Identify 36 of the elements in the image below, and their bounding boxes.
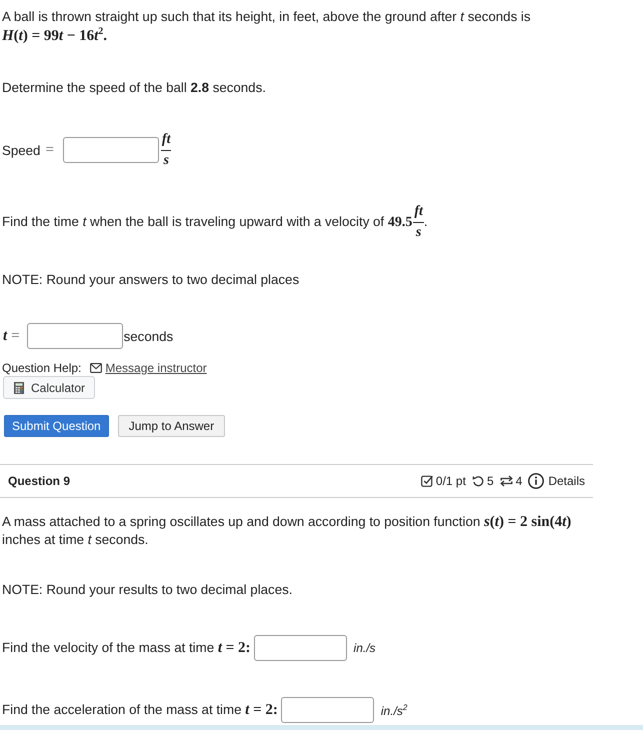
variable-label: t — [3, 328, 8, 344]
help-label: Question Help: — [2, 360, 82, 376]
equals-sign: = — [45, 142, 54, 158]
versions-count: 4 — [516, 474, 522, 488]
answer-field[interactable] — [62, 137, 159, 163]
note-text: NOTE: Round your results to two decimal places. — [1, 581, 294, 599]
answer-field[interactable] — [26, 323, 123, 349]
unit-label: in./s$^{2}$ — [380, 702, 408, 718]
jump-button[interactable]: Jump to Answer — [118, 415, 226, 437]
attempts-count: 5 — [486, 474, 494, 488]
question-text: A ball is thrown straight up such that its height, in feet, above the ground after t seconds is — [1, 8, 532, 26]
question-text: Determine the speed of the ball 2.8 seconds. — [1, 79, 267, 97]
question-text: A mass attached to a spring oscillates up and down according to position function s(t) = 2 sin(4t) inches at time t seconds. — [1, 513, 572, 548]
message-instructor-link[interactable]: Message instructor — [90, 360, 207, 376]
submit-button[interactable]: Submit Question — [4, 415, 109, 437]
undo-icon — [472, 475, 484, 487]
checkbox-icon — [420, 475, 433, 487]
calculator-button[interactable]: Calculator — [3, 376, 96, 399]
calculator-icon — [14, 382, 24, 394]
question-text: Find the velocity of the mass at time t = 2: — [1, 639, 251, 657]
envelope-icon — [90, 363, 102, 373]
height-formula: H(t) = 99t − 16t$^{2}$. — [1, 26, 108, 46]
note-text: NOTE: Round your answers to two decimal places — [1, 271, 300, 289]
unit-label: in./s — [354, 641, 376, 655]
unit-label: seconds — [124, 328, 174, 344]
score-text: 0/1 pt — [436, 474, 466, 488]
equals-sign: = — [11, 328, 20, 344]
question-title: Question 9 — [8, 474, 70, 488]
info-icon — [528, 473, 544, 489]
answer-field[interactable] — [280, 697, 374, 723]
question-text: Find the acceleration of the mass at time t = 2: — [1, 701, 278, 719]
unit-fraction: ft s — [160, 132, 172, 168]
answer-field[interactable] — [254, 635, 347, 661]
speed-label: Speed — [2, 142, 40, 158]
details-link[interactable]: Details — [528, 473, 585, 489]
repeat-icon — [500, 475, 513, 487]
